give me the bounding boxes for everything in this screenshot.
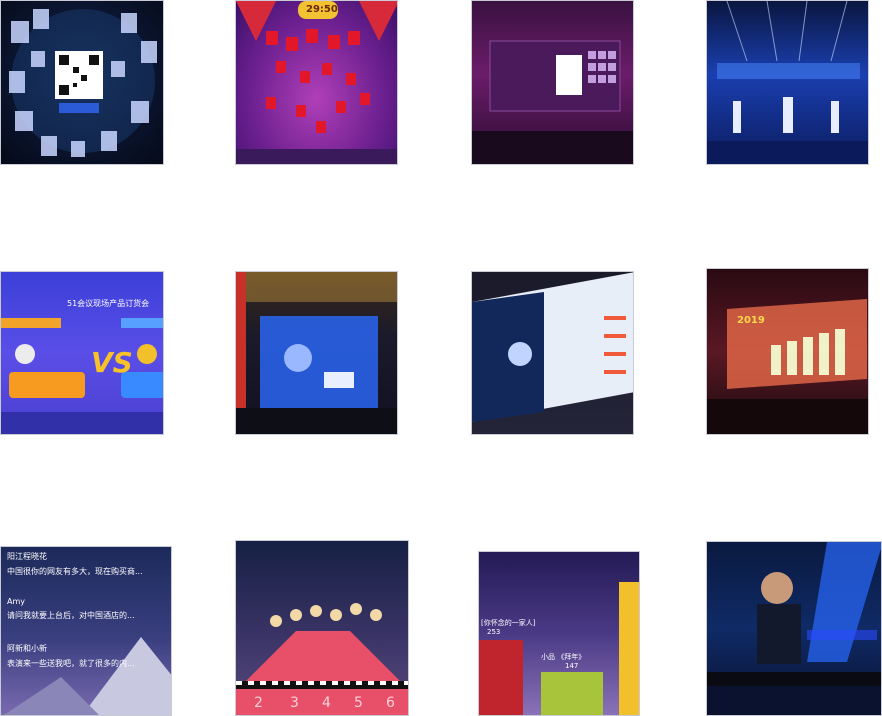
lane-number: 6 — [386, 695, 395, 711]
vs-battle-screen-tile[interactable]: 51会议现场产品订货会 VS — [0, 271, 164, 435]
comment-text: 表演来一些送我吧，就了很多的内... — [7, 659, 135, 668]
commenter-name: 阳江程晓花 — [7, 552, 47, 561]
comment-text: 请问我就要上台后，对中国酒店的... — [7, 611, 135, 620]
vote-bar-value: 253 — [487, 628, 501, 636]
award-stage-tile[interactable] — [706, 0, 869, 165]
comment-item: 阳江程晓花 中国很你的网友有多大，现在购买商... — [7, 551, 143, 577]
award-stage-graphic — [707, 1, 868, 164]
conference-screen-tile[interactable] — [235, 271, 398, 435]
red-envelope-graphic — [236, 1, 397, 164]
photo-wall-sphere-tile[interactable] — [0, 0, 164, 165]
stage-qr-graphic — [472, 40, 633, 164]
event-title: 51会议现场产品订货会 — [67, 299, 150, 308]
voting-bars — [479, 582, 639, 715]
stage-bar-chart-tile[interactable]: 2019 — [706, 268, 869, 435]
voting-chart-tile[interactable]: [你怀念的一家人] 253 小品 《拜年》 147 — [478, 551, 640, 716]
speaker-screen-tile[interactable] — [706, 541, 882, 716]
vs-badge: VS — [91, 346, 133, 379]
lane-number: 4 — [322, 695, 331, 711]
red-envelope-game-tile[interactable]: 29:50 — [235, 0, 398, 165]
race-game-tile[interactable]: 2 3 4 5 6 — [235, 540, 409, 716]
comment-item: Amy 请问我就要上台后，对中国酒店的... — [7, 597, 135, 621]
vote-bar-3 — [619, 582, 639, 715]
comment-item: 阿新和小新 表演来一些送我吧，就了很多的内... — [7, 643, 135, 669]
year-label: 2019 — [737, 315, 765, 326]
comment-text: 中国很你的网友有多大，现在购买商... — [7, 567, 143, 576]
lane-number: 5 — [354, 695, 363, 711]
stage-bars-graphic — [707, 299, 868, 434]
vote-bar-1 — [479, 640, 523, 715]
vote-bar-label: [你怀念的一家人] — [481, 619, 536, 627]
data-dashboard-graphic — [472, 272, 633, 422]
lane-number: 3 — [290, 695, 299, 711]
vote-bar-label: 小品 《拜年》 — [541, 653, 586, 661]
conference-screen-graphic — [236, 272, 397, 434]
countdown-timer: 29:50 — [306, 4, 338, 15]
photo-wall-graphic — [9, 9, 157, 157]
data-dashboard-tile[interactable] — [471, 271, 634, 435]
commenter-name: 阿新和小新 — [7, 644, 47, 653]
vote-bar-value: 147 — [565, 662, 579, 670]
race-track-graphic — [236, 603, 408, 715]
comment-wall-tile[interactable]: 阳江程晓花 中国很你的网友有多大，现在购买商... Amy 请问我就要上台后，对… — [0, 546, 172, 716]
lane-number: 2 — [254, 695, 263, 711]
commenter-name: Amy — [7, 597, 25, 606]
stage-qr-screen-tile[interactable] — [471, 0, 634, 165]
vote-bar-2 — [541, 672, 603, 715]
vs-battle-graphic — [1, 318, 163, 434]
speaker-screen-graphic — [707, 542, 881, 715]
